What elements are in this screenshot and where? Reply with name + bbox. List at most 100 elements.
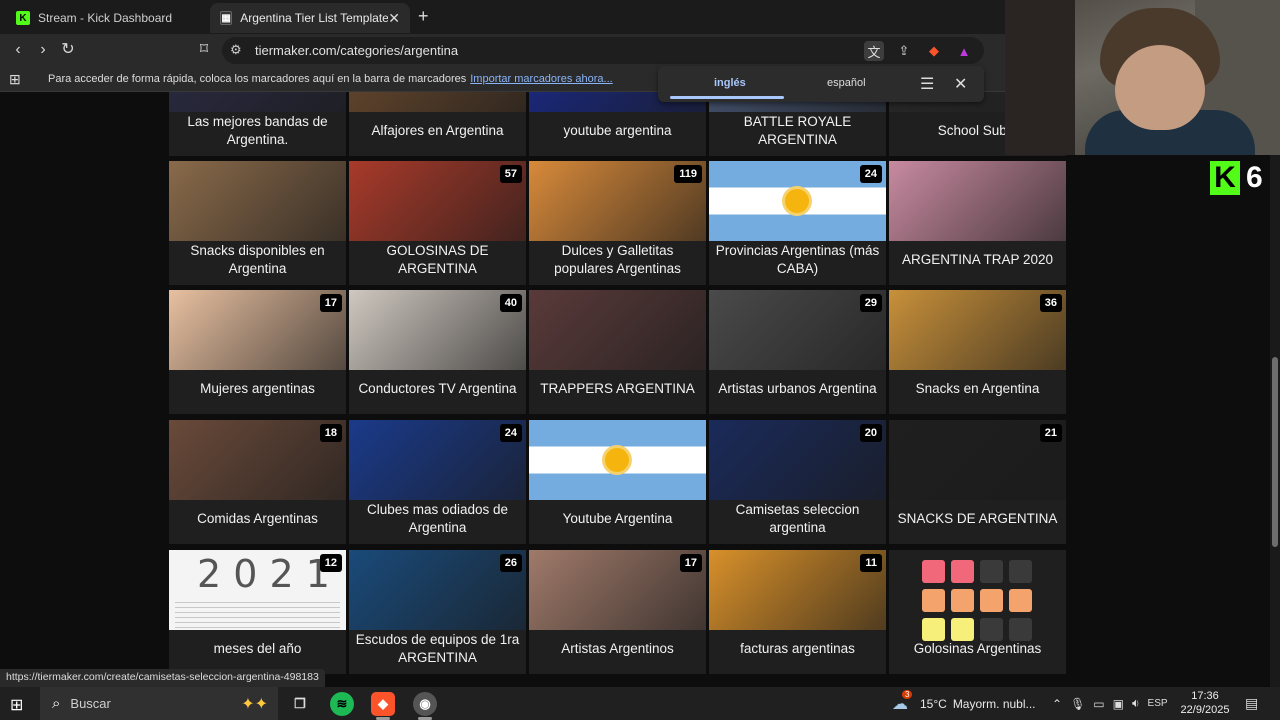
template-count-badge: 57 (499, 165, 522, 183)
tier-list-card[interactable]: 17 Artistas Argentinos (529, 550, 706, 674)
weather-badge: 3 (902, 689, 913, 699)
network-icon[interactable]: ▣ (1113, 697, 1124, 711)
url-text: tiermaker.com/categories/argentina (255, 43, 459, 58)
tier-list-card[interactable]: 36 Snacks en Argentina (889, 290, 1066, 414)
share-icon[interactable]: ⇪ (894, 41, 914, 61)
brave-icon[interactable]: ◆ (371, 692, 395, 716)
tier-list-card[interactable]: Alfajores en Argentina (349, 92, 526, 156)
microphone-icon[interactable]: 🎙︎ (1070, 697, 1085, 711)
tab-title: Stream - Kick Dashboard (38, 11, 173, 25)
battery-icon[interactable]: ▭ (1093, 697, 1104, 711)
card-title: Conductores TV Argentina (358, 381, 517, 396)
clock-date: 22/9/2025 (1180, 704, 1230, 716)
close-icon[interactable]: ✕ (954, 74, 967, 94)
template-count-badge: 20 (859, 424, 882, 442)
notifications-icon[interactable]: ▤ (1245, 695, 1258, 712)
template-count-badge: 12 (319, 554, 342, 572)
search-placeholder: Buscar (70, 696, 111, 711)
color-tile (980, 560, 1003, 583)
weather-temp: 15°C (920, 696, 947, 711)
color-tile (922, 589, 945, 612)
card-thumbnail (889, 161, 1066, 241)
bookmark-icon[interactable]: ⌑ (194, 40, 214, 60)
tier-list-card[interactable]: ARGENTINA TRAP 2020 (889, 161, 1066, 285)
tier-list-card[interactable]: 24 Provincias Argentinas (más CABA) (709, 161, 886, 285)
tier-list-card[interactable]: 40 Conductores TV Argentina (349, 290, 526, 414)
brave-rewards-icon[interactable]: ▲ (954, 41, 974, 61)
kick-viewer-badge: K 6 (1210, 158, 1280, 198)
tier-list-card[interactable]: Youtube Argentina (529, 420, 706, 544)
kick-logo-icon: K (1210, 161, 1240, 195)
tier-list-card[interactable]: 11 facturas argentinas (709, 550, 886, 674)
template-count-badge: 36 (1039, 294, 1062, 312)
card-thumbnail (529, 420, 706, 500)
tier-list-card[interactable]: 20 Camisetas seleccion argentina (709, 420, 886, 544)
reload-button[interactable]: ↻ (58, 40, 78, 60)
tier-list-card[interactable]: 57 GOLOSINAS DE ARGENTINA (349, 161, 526, 285)
tier-list-card[interactable]: Golosinas Argentinas (889, 550, 1066, 674)
tier-list-card[interactable]: 119 Dulces y Galletitas populares Argenti… (529, 161, 706, 285)
card-title: Mujeres argentinas (200, 381, 315, 396)
forward-button[interactable]: › (33, 40, 53, 60)
clock-time: 17:36 (1191, 690, 1219, 702)
card-title: Clubes mas odiados de Argentina (366, 502, 509, 535)
address-bar[interactable]: ⚙ tiermaker.com/categories/argentina 文 ⇪… (222, 37, 984, 64)
chevron-up-icon[interactable]: ⌃ (1052, 697, 1062, 711)
card-title: TRAPPERS ARGENTINA (540, 381, 695, 396)
tier-list-card[interactable]: Snacks disponibles en Argentina (169, 161, 346, 285)
tier-list-card[interactable]: Las mejores bandas de Argentina. (169, 92, 346, 156)
apps-grid-icon[interactable]: ⊞ (9, 71, 21, 88)
site-info-icon[interactable]: ⚙ (230, 42, 242, 58)
tier-list-card[interactable]: 18 Comidas Argentinas (169, 420, 346, 544)
taskbar-search[interactable]: ⌕ Buscar ✦✦ (40, 687, 278, 720)
card-title: Snacks disponibles en Argentina (190, 243, 325, 276)
language-indicator[interactable]: ESP (1148, 698, 1168, 709)
new-tab-button[interactable]: + (418, 6, 429, 27)
volume-icon[interactable]: 🔉︎ (1132, 696, 1140, 711)
card-title: Comidas Argentinas (197, 511, 318, 526)
weather-widget[interactable]: ☁ 3 15°C Mayorm. nubl... (892, 687, 1036, 720)
card-title: Dulces y Galletitas populares Argentinas (554, 243, 681, 276)
menu-icon[interactable]: ☰ (920, 74, 934, 94)
import-bookmarks-link[interactable]: Importar marcadores ahora... (470, 73, 612, 85)
obs-icon[interactable]: ◉ (413, 692, 437, 716)
card-title: GOLOSINAS DE ARGENTINA (386, 243, 489, 276)
tier-list-card[interactable]: 21 SNACKS DE ARGENTINA (889, 420, 1066, 544)
tier-list-card[interactable]: 29 Artistas urbanos Argentina (709, 290, 886, 414)
tier-list-card[interactable]: 24 Clubes mas odiados de Argentina (349, 420, 526, 544)
card-title: meses del año (213, 641, 302, 656)
tier-list-card[interactable]: TRAPPERS ARGENTINA (529, 290, 706, 414)
lang-option-espanol[interactable]: español (827, 77, 866, 89)
card-title: Camisetas seleccion argentina (735, 502, 860, 535)
close-tab-icon[interactable]: ✕ (388, 10, 400, 27)
card-thumbnail (349, 92, 526, 112)
color-tile (951, 560, 974, 583)
template-count-badge: 17 (319, 294, 342, 312)
tab-tiermaker[interactable]: ▦ Argentina Tier List Templates - T ✕ (210, 3, 410, 33)
task-view-icon[interactable]: ❐ (288, 692, 312, 716)
cloud-icon: ☁ 3 (892, 689, 913, 714)
template-count-badge: 24 (859, 165, 882, 183)
sun-of-may-icon (605, 448, 629, 472)
back-button[interactable]: ‹ (8, 40, 28, 60)
card-title: Snacks en Argentina (915, 381, 1040, 396)
card-thumbnail (529, 290, 706, 370)
viewer-count: 6 (1246, 161, 1263, 194)
template-count-badge: 24 (499, 424, 522, 442)
page-content: Las mejores bandas de Argentina. Alfajore… (0, 92, 1270, 687)
tiermaker-icon: ▦ (220, 11, 233, 25)
streamer-face (1115, 45, 1205, 130)
sun-of-may-icon (785, 189, 809, 213)
tier-list-card[interactable]: 2 0 2 1 12 meses del año (169, 550, 346, 674)
tier-list-card[interactable]: 26 Escudos de equipos de 1ra ARGENTINA (349, 550, 526, 674)
translate-icon[interactable]: 文 (864, 41, 884, 61)
tab-kick-dashboard[interactable]: K Stream - Kick Dashboard (6, 3, 206, 33)
lang-option-ingles[interactable]: inglés (714, 77, 746, 89)
spotify-icon[interactable]: ≋ (330, 692, 354, 716)
brave-shield-icon[interactable]: ◆ (924, 41, 944, 61)
clock[interactable]: 17:36 22/9/2025 (1180, 689, 1230, 717)
tier-list-card[interactable]: 17 Mujeres argentinas (169, 290, 346, 414)
windows-start-icon[interactable]: ⊞ (10, 695, 23, 715)
scrollbar-thumb[interactable] (1272, 357, 1278, 547)
template-count-badge: 26 (499, 554, 522, 572)
